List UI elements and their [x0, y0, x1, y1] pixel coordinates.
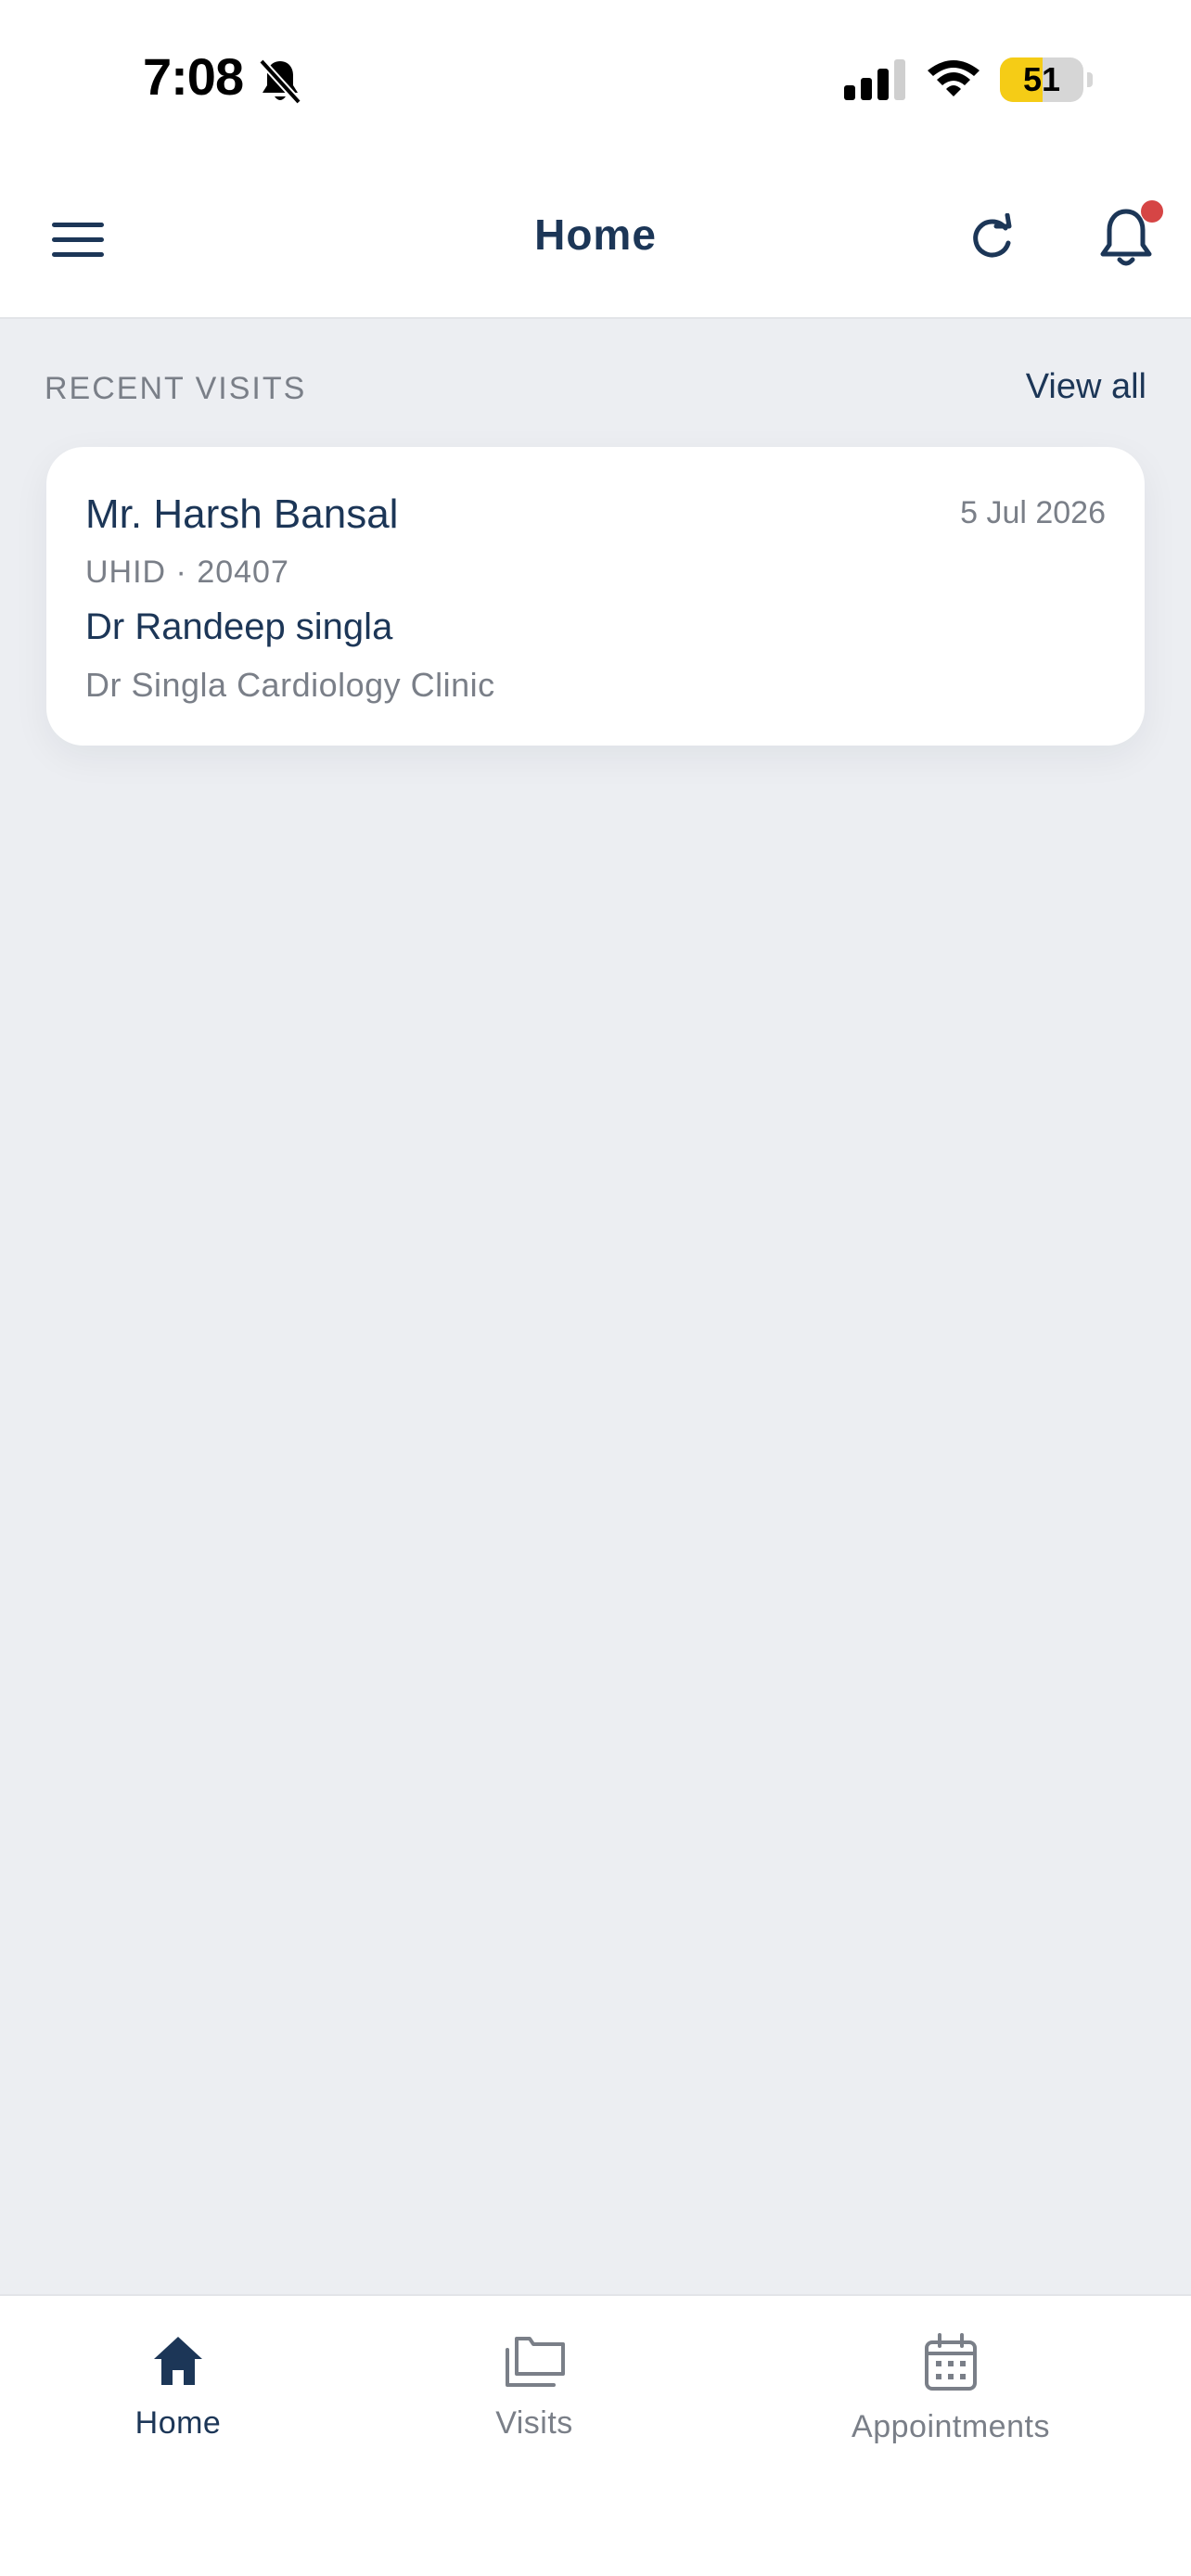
- nav-label-appointments: Appointments: [852, 2409, 1050, 2444]
- battery-icon: 51: [1000, 57, 1083, 102]
- wifi-icon: [928, 60, 980, 96]
- patient-name: Mr. Harsh Bansal: [85, 491, 399, 537]
- nav-tab-home[interactable]: Home: [104, 2333, 252, 2442]
- clinic-name: Dr Singla Cardiology Clinic: [85, 666, 495, 704]
- app-header: Home: [0, 159, 1191, 319]
- bottom-navigation: Home Visits Appointments: [0, 2294, 1191, 2576]
- cellular-signal-icon: [844, 59, 905, 100]
- home-icon: [154, 2337, 202, 2385]
- battery-level: 51: [1022, 60, 1061, 98]
- bell-muted-icon: [259, 58, 301, 105]
- calendar-icon: [925, 2333, 977, 2391]
- nav-tab-appointments[interactable]: Appointments: [816, 2333, 1085, 2445]
- recent-visits-section-title: RECENT VISITS: [45, 371, 307, 406]
- visit-date: 5 Jul 2026: [960, 495, 1106, 530]
- notification-badge-dot: [1141, 200, 1163, 223]
- view-all-link[interactable]: View all: [1026, 367, 1146, 407]
- nav-label-home: Home: [134, 2405, 222, 2441]
- patient-uhid: UHID · 20407: [85, 555, 289, 590]
- status-time: 7:08: [143, 47, 244, 106]
- nav-label-visits: Visits: [495, 2405, 573, 2441]
- doctor-name: Dr Randeep singla: [85, 606, 393, 647]
- recent-visit-card[interactable]: Mr. Harsh Bansal 5 Jul 2026 UHID · 20407…: [46, 447, 1145, 746]
- refresh-icon[interactable]: [968, 213, 1015, 263]
- status-bar: 7:08 51: [0, 0, 1191, 159]
- nav-tab-visits[interactable]: Visits: [460, 2333, 608, 2442]
- home-screen: 7:08 51 Home RECENT VISITS View all Mr. …: [0, 0, 1191, 2576]
- battery-cap: [1087, 72, 1093, 87]
- folders-icon: [506, 2337, 565, 2387]
